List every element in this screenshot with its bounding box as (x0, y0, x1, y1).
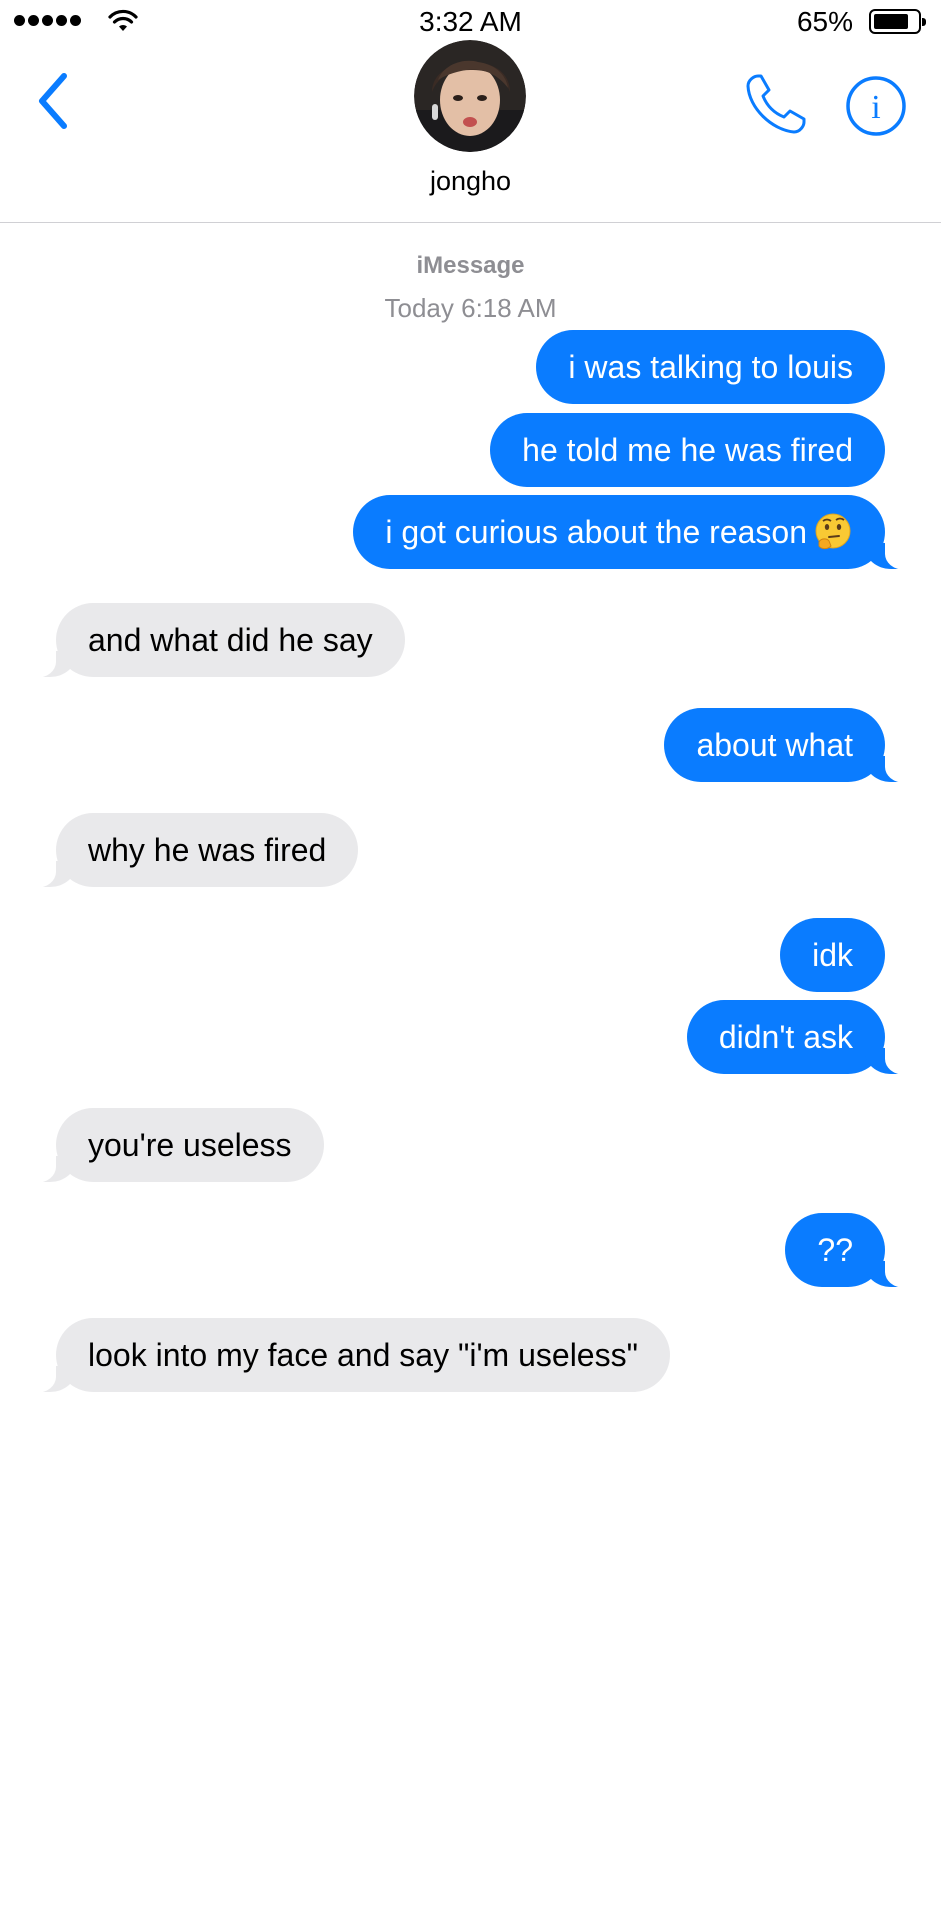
status-bar: 3:32 AM 65% (0, 0, 941, 44)
outgoing-message[interactable]: i was talking to louis (536, 330, 885, 404)
outgoing-message[interactable]: i got curious about the reason (353, 495, 915, 570)
outgoing-message[interactable]: ?? (785, 1213, 915, 1288)
avatar-photo (414, 40, 526, 152)
incoming-message[interactable]: look into my face and say "i'm useless" (26, 1318, 670, 1393)
phone-icon (746, 74, 806, 134)
chevron-left-icon (39, 73, 67, 129)
outgoing-message[interactable]: idk (780, 918, 885, 992)
message-text: i got curious about the reason (385, 514, 807, 550)
conversation-header: 3:32 AM 65% jongho i (0, 0, 941, 223)
incoming-message[interactable]: and what did he say (26, 603, 405, 678)
outgoing-message[interactable]: about what (664, 708, 915, 783)
info-icon: i (846, 76, 906, 136)
thinking-face-icon (815, 513, 851, 549)
outgoing-message[interactable]: he told me he was fired (490, 413, 885, 487)
contact-avatar[interactable] (414, 40, 526, 152)
info-button[interactable]: i (844, 74, 908, 138)
conversation-timestamp: Today 6:18 AM (384, 293, 557, 323)
call-button[interactable] (744, 70, 810, 136)
incoming-message[interactable]: why he was fired (25, 813, 359, 888)
incoming-message[interactable]: you're useless (26, 1108, 324, 1183)
service-label: iMessage (416, 252, 525, 279)
battery-percent: 65% (796, 6, 853, 37)
back-button[interactable] (30, 68, 80, 134)
outgoing-message[interactable]: didn't ask (686, 1000, 916, 1075)
svg-text:i: i (871, 89, 880, 126)
battery-icon (869, 9, 926, 34)
contact-name[interactable]: jongho (0, 166, 941, 197)
